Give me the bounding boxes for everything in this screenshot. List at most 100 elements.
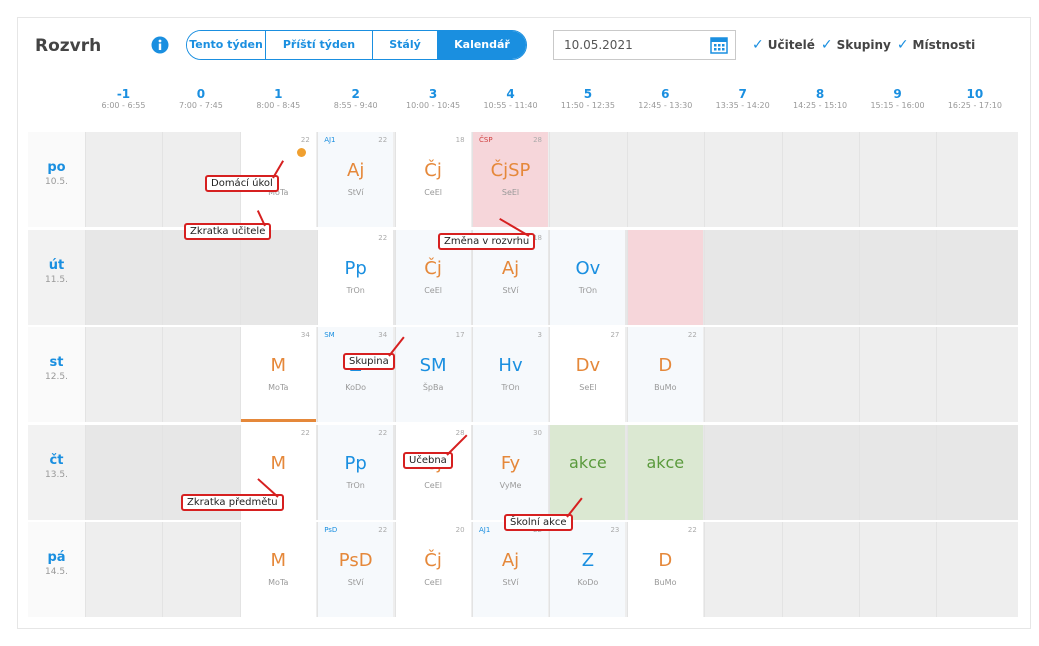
teacher-abbr: TrOn: [578, 285, 598, 295]
hour-time: 10:00 - 10:45: [406, 101, 461, 110]
tab-this-week[interactable]: Tento týden: [187, 31, 266, 59]
lesson-cell[interactable]: 22 D BuMo: [626, 522, 703, 617]
callout-group: Skupina: [343, 353, 395, 370]
subject-abbr: Aj: [501, 257, 520, 279]
lesson-cell[interactable]: 20 Čj CeEl: [394, 522, 471, 617]
hour-number: 4: [506, 87, 515, 101]
hour-label: 3 10:00 - 10:45: [395, 88, 472, 111]
lesson-cell[interactable]: 34 M MoTa: [239, 327, 316, 422]
subject-abbr: D: [658, 355, 673, 376]
subject-abbr: M: [270, 452, 287, 474]
lesson-cell[interactable]: 22AJ1AjStVí: [317, 132, 394, 227]
subject-abbr: Aj: [347, 160, 365, 181]
teacher-abbr: CeEl: [424, 188, 442, 197]
room-number: 22: [687, 331, 697, 339]
room-number: 34: [300, 331, 310, 339]
room-number: 34: [378, 331, 388, 339]
filter-groups[interactable]: ✓ Skupiny: [821, 37, 891, 53]
teacher-abbr: CeEl: [424, 578, 442, 587]
room-number: 20: [455, 526, 465, 534]
lesson-cell[interactable]: 22AJ1AjStVí: [472, 522, 548, 617]
page-title: Rozvrh: [35, 36, 102, 56]
tab-calendar[interactable]: Kalendář: [438, 31, 526, 59]
subject-abbr: Fy: [500, 452, 521, 474]
hour-number: 8: [815, 87, 825, 101]
day-row: po 10.5. 22 MoTa 22 AJ1 Aj StVí 18 Čj CeEl 28 ČSP ČjS…: [28, 132, 1018, 227]
subject-abbr: Dv: [575, 355, 601, 376]
teacher-abbr: StVí: [347, 578, 364, 587]
room-number: 28: [533, 136, 542, 144]
empty-cell: [549, 132, 625, 227]
lesson-cell[interactable]: M MoTa: [239, 522, 316, 617]
hour-number: 0: [196, 87, 206, 101]
room-number: 28: [455, 428, 465, 437]
hour-number: 1: [274, 87, 283, 101]
filter-teachers[interactable]: ✓ Učitelé: [752, 37, 815, 53]
empty-cell: [859, 424, 935, 520]
room-number: 22: [300, 428, 310, 437]
hour-time: 8:00 - 8:45: [256, 101, 301, 110]
empty-cell: [162, 229, 238, 325]
teacher-abbr: ŠpBa: [422, 383, 444, 392]
lesson-cell[interactable]: 22 Pp TrOn: [317, 424, 394, 520]
tab-next-week[interactable]: Příští týden: [266, 31, 373, 59]
lesson-cell[interactable]: 18 Čj CeEl: [394, 132, 471, 227]
school-event-cell[interactable]: akce: [626, 424, 703, 520]
lesson-cell[interactable]: 17 SM ŠpBa: [394, 327, 471, 422]
lesson-cell[interactable]: [626, 229, 703, 325]
empty-cell: [704, 522, 780, 617]
lesson-cell[interactable]: 22 PsD PsD StVí: [317, 522, 394, 617]
day-label: čt 13.5.: [28, 424, 85, 520]
filter-label: Místnosti: [912, 38, 976, 52]
lesson-cell[interactable]: 30 Fy VyMe: [472, 424, 548, 520]
lesson-cell[interactable]: 22 D BuMo: [626, 327, 703, 422]
hour-label: -1 6:00 - 6:55: [85, 88, 162, 111]
teacher-abbr: TrOn: [346, 480, 365, 490]
teacher-abbr: SeEl: [579, 383, 597, 392]
day-name: pá: [47, 550, 66, 565]
empty-cell: [704, 327, 780, 422]
subject-abbr: Čj: [424, 550, 442, 571]
hour-number: 6: [661, 87, 670, 101]
date-input[interactable]: [562, 37, 696, 53]
subject-abbr: D: [658, 550, 673, 571]
subject-abbr: Čj: [424, 160, 442, 181]
subject-abbr: SM: [419, 355, 447, 376]
day-date: 14.5.: [45, 567, 68, 577]
calendar-icon[interactable]: [710, 36, 728, 54]
day-label: st 12.5.: [28, 327, 85, 422]
group-label: SM: [324, 331, 335, 339]
school-event-cell[interactable]: akce: [549, 424, 626, 520]
lesson-cell[interactable]: Ov TrOn: [549, 229, 626, 325]
subject-abbr: M: [270, 355, 287, 376]
filter-label: Skupiny: [836, 38, 891, 52]
homework-icon[interactable]: [296, 148, 306, 157]
lesson-cell[interactable]: 28 ČSP ČjSP SeEl: [472, 132, 548, 227]
lesson-cell[interactable]: 34SMZKoDo: [317, 327, 394, 422]
tab-permanent[interactable]: Stálý: [373, 31, 438, 59]
group-label: AJ1: [324, 136, 336, 144]
date-field[interactable]: [553, 30, 736, 60]
hour-label: 8 14:25 - 15:10: [782, 88, 859, 111]
lesson-cell[interactable]: 28ČjCeEl: [394, 424, 471, 520]
lesson-cell[interactable]: 3 Hv TrOn: [472, 327, 548, 422]
teacher-abbr: MoTa: [268, 383, 289, 392]
room-number: 22: [378, 233, 388, 242]
empty-cell: [781, 132, 858, 227]
teacher-abbr: MoTa: [268, 578, 289, 587]
lesson-cell[interactable]: 22 Pp TrOn: [317, 229, 394, 325]
callout-classroom: Učebna: [403, 452, 453, 469]
subject-abbr: ČjSP: [490, 160, 531, 181]
callout-teacher-abbr: Zkratka učitele: [184, 223, 272, 240]
day-label: út 11.5.: [28, 229, 85, 325]
filter-rooms[interactable]: ✓ Místnosti: [897, 37, 975, 53]
day-name: st: [49, 355, 64, 370]
room-number: 22: [378, 428, 388, 437]
lesson-cell[interactable]: 27 Dv SeEl: [549, 327, 626, 422]
lesson-cell[interactable]: 23 Z KoDo: [549, 522, 626, 617]
hour-number: 7: [738, 87, 747, 101]
empty-cell: [859, 522, 935, 617]
info-icon[interactable]: [151, 36, 169, 54]
day-row: čt13.5. 22 M 22 Pp TrOn 28ČjCeEl 30 Fy VyMe akce ak…: [28, 424, 1018, 520]
day-date: 13.5.: [45, 469, 68, 480]
